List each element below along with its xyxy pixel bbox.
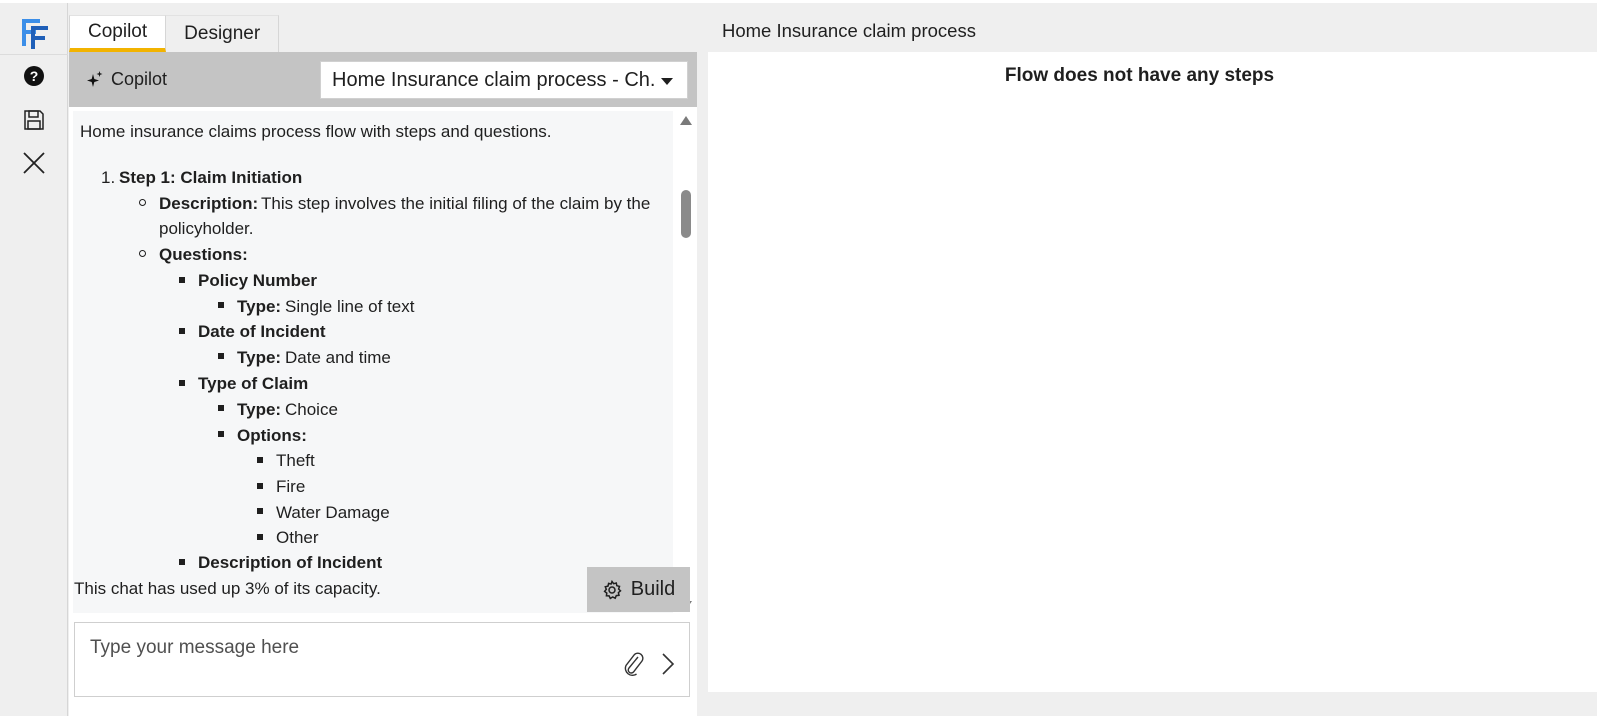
bullet — [218, 353, 224, 359]
flow-title: Home Insurance claim process — [722, 20, 976, 41]
help-circle-icon: ? — [24, 66, 44, 86]
bullet — [179, 328, 185, 334]
sparkle-icon — [87, 70, 103, 87]
bullet — [139, 199, 146, 206]
option-item: Fire — [276, 477, 306, 496]
copilot-header: Copilot Home Insurance claim process - C… — [69, 52, 697, 107]
send-button[interactable] — [660, 652, 676, 676]
app-logo — [20, 16, 50, 50]
type-label: Type: — [237, 297, 282, 316]
top-border — [0, 0, 1597, 3]
save-button[interactable] — [20, 106, 48, 134]
help-button[interactable]: ? — [20, 62, 48, 90]
flow-select-value: Home Insurance claim process - Ch... — [332, 68, 657, 91]
step-title: Step 1: Claim Initiation — [119, 168, 303, 187]
bullet — [257, 483, 263, 489]
close-button[interactable] — [20, 149, 48, 177]
question-name: Type of Claim — [198, 374, 309, 393]
bullet — [179, 277, 185, 283]
save-icon — [24, 110, 44, 130]
type-value: Date and time — [285, 348, 391, 367]
svg-text:?: ? — [30, 68, 39, 84]
bullet — [257, 508, 263, 514]
bullet — [179, 380, 185, 386]
options-label: Options: — [237, 426, 307, 445]
bullet — [218, 405, 224, 411]
chevron-right-icon — [662, 653, 675, 675]
bullet — [139, 250, 146, 257]
copilot-title-label: Copilot — [111, 69, 168, 89]
attach-button[interactable] — [623, 651, 645, 677]
type-value: Choice — [285, 400, 338, 419]
questions-label: Questions: — [159, 245, 248, 264]
gear-icon — [603, 579, 622, 599]
type-value: Single line of text — [285, 297, 415, 316]
type-label: Type: — [237, 400, 282, 419]
option-item: Water Damage — [276, 503, 390, 522]
bullet — [257, 457, 263, 463]
capacity-status: This chat has used up 3% of its capacity… — [74, 579, 381, 598]
rail-separator — [0, 54, 68, 55]
bullet — [218, 431, 224, 437]
chat-intro: Home insurance claims process flow with … — [80, 122, 552, 141]
tab-bar: Copilot Designer — [69, 15, 280, 52]
option-item: Theft — [276, 451, 315, 470]
description-text-cont: policyholder. — [159, 219, 254, 238]
chat-transcript: Home insurance claims process flow with … — [73, 111, 673, 613]
left-rail: ? — [0, 3, 68, 716]
option-item: Other — [276, 528, 319, 547]
close-icon — [23, 152, 45, 174]
copilot-title: Copilot — [87, 69, 167, 90]
bullet — [218, 302, 224, 308]
designer-canvas: Flow does not have any steps — [708, 52, 1597, 692]
type-label: Type: — [237, 348, 282, 367]
description-text: This step involves the initial filing of… — [261, 194, 651, 213]
description-label: Description: — [159, 194, 259, 213]
flow-select[interactable]: Home Insurance claim process - Ch... — [320, 61, 688, 99]
copilot-panel: Copilot Home Insurance claim process - C… — [69, 52, 697, 716]
empty-state-message: Flow does not have any steps — [1004, 65, 1275, 86]
message-input[interactable] — [90, 633, 610, 663]
question-name: Description of Incident — [198, 553, 383, 572]
tab-copilot[interactable]: Copilot — [69, 15, 167, 52]
build-button-label: Build — [630, 578, 676, 600]
build-button[interactable]: Build — [587, 567, 690, 612]
tab-designer[interactable]: Designer — [166, 15, 280, 52]
scroll-thumb[interactable] — [681, 190, 691, 238]
bullet — [179, 559, 185, 565]
step-number: 1. — [101, 168, 116, 187]
question-name: Policy Number — [198, 271, 318, 290]
question-name: Date of Incident — [198, 322, 326, 341]
message-box — [74, 622, 690, 697]
chevron-down-icon — [661, 78, 673, 85]
scroll-up-arrow-icon[interactable] — [680, 116, 692, 125]
chat-scrollbar[interactable] — [675, 111, 697, 613]
paperclip-icon — [624, 652, 644, 677]
bullet — [257, 534, 263, 540]
